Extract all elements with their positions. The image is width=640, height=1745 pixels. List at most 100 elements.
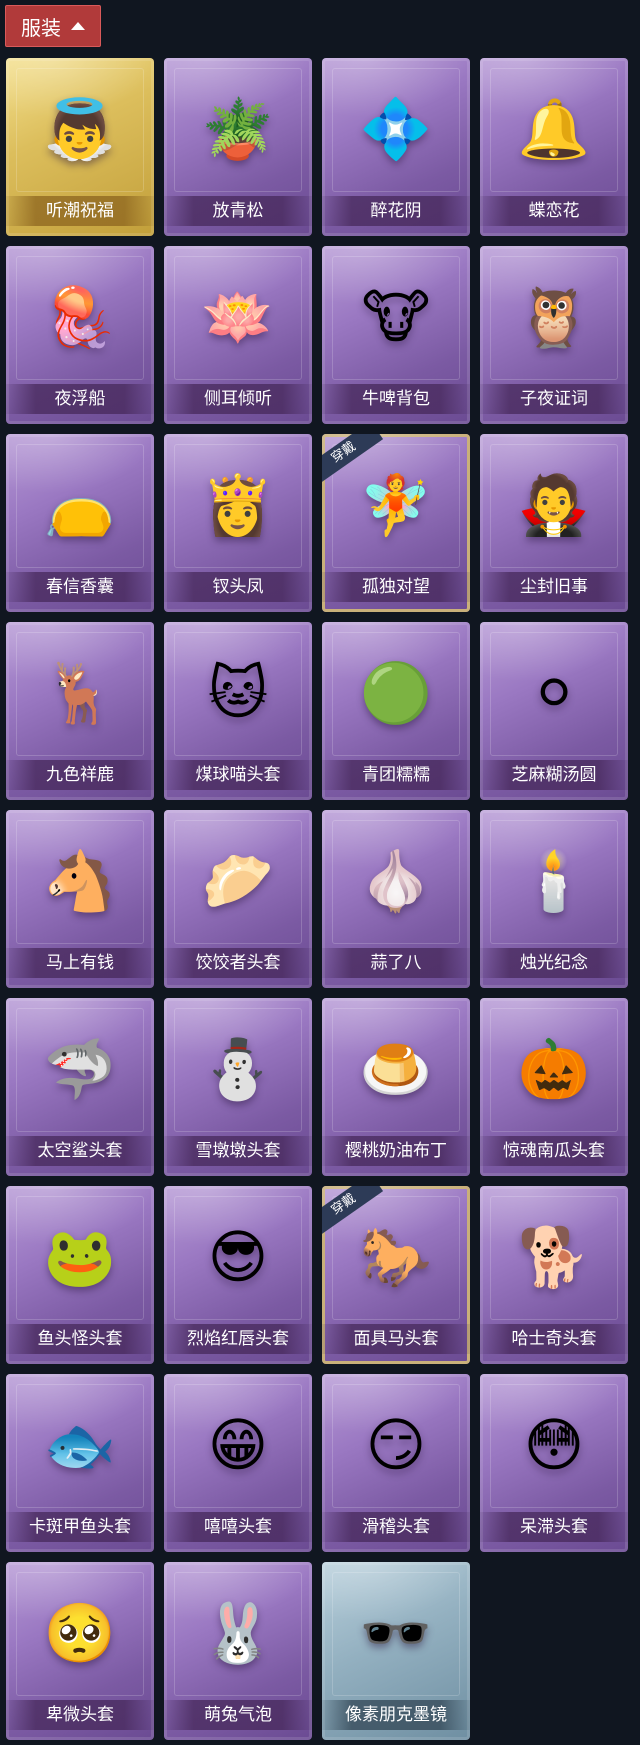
costume-image-icon: ⛄ — [201, 1035, 275, 1103]
costume-image-icon: 🐎 — [359, 1223, 433, 1291]
costume-label: 春信香囊 — [6, 572, 154, 602]
costume-card[interactable]: 🕯️ 烛光纪念 — [480, 810, 628, 988]
section-title: 服装 — [21, 15, 61, 40]
costume-label: 烈焰红唇头套 — [164, 1324, 312, 1354]
costume-card[interactable]: ⚪ 芝麻糊汤圆 — [480, 622, 628, 800]
costume-card[interactable]: 😳 呆滞头套 — [480, 1374, 628, 1552]
costume-card[interactable]: 🐎 穿戴 面具马头套 — [322, 1186, 470, 1364]
costume-label: 醉花阴 — [322, 196, 470, 226]
costume-image-icon: 😎 — [207, 1223, 269, 1291]
costume-card[interactable]: 🪴 放青松 — [164, 58, 312, 236]
costume-label: 太空鲨头套 — [6, 1136, 154, 1166]
costume-card[interactable]: 🐮 牛啤背包 — [322, 246, 470, 424]
costume-image-icon: 🦉 — [517, 283, 591, 351]
costume-label: 牛啤背包 — [322, 384, 470, 414]
costume-image-icon: 🐮 — [361, 283, 431, 351]
costume-card[interactable]: 🕶️ 像素朋克墨镜 — [322, 1562, 470, 1740]
costume-card[interactable]: 🧄 蒜了八 — [322, 810, 470, 988]
costume-image-icon: 😁 — [207, 1411, 269, 1479]
chevron-up-icon — [71, 22, 85, 30]
costume-label: 马上有钱 — [6, 948, 154, 978]
costume-card[interactable]: 🍮 樱桃奶油布丁 — [322, 998, 470, 1176]
costume-card[interactable]: 🟢 青团糯糯 — [322, 622, 470, 800]
costume-card[interactable]: 😁 嘻嘻头套 — [164, 1374, 312, 1552]
costume-label: 呆滞头套 — [480, 1512, 628, 1542]
costume-image-icon: 🪷 — [201, 283, 275, 351]
costume-card[interactable]: 🐰 萌兔气泡 — [164, 1562, 312, 1740]
costume-label: 侧耳倾听 — [164, 384, 312, 414]
costume-label: 芝麻糊汤圆 — [480, 760, 628, 790]
costume-label: 放青松 — [164, 196, 312, 226]
costume-image-icon: 👝 — [43, 471, 117, 539]
costume-card[interactable]: 🎃 惊魂南瓜头套 — [480, 998, 628, 1176]
costume-label: 夜浮船 — [6, 384, 154, 414]
costume-card[interactable]: 👼 听潮祝福 — [6, 58, 154, 236]
costume-card[interactable]: 🦉 子夜证词 — [480, 246, 628, 424]
costume-label: 樱桃奶油布丁 — [322, 1136, 470, 1166]
costume-label: 蒜了八 — [322, 948, 470, 978]
costume-image-icon: 🧚 — [359, 471, 433, 539]
costume-card[interactable]: 🥺 卑微头套 — [6, 1562, 154, 1740]
costume-image-icon: 🐴 — [43, 847, 117, 915]
costume-card[interactable]: 🦈 太空鲨头套 — [6, 998, 154, 1176]
costume-card[interactable]: 👝 春信香囊 — [6, 434, 154, 612]
costume-image-icon: 🥟 — [201, 847, 275, 915]
costume-label: 饺饺者头套 — [164, 948, 312, 978]
costume-card[interactable]: 🦌 九色祥鹿 — [6, 622, 154, 800]
costume-label: 卑微头套 — [6, 1700, 154, 1730]
costume-card[interactable]: 💠 醉花阴 — [322, 58, 470, 236]
costume-label: 哈士奇头套 — [480, 1324, 628, 1354]
costume-card[interactable]: 🪷 侧耳倾听 — [164, 246, 312, 424]
costume-label: 惊魂南瓜头套 — [480, 1136, 628, 1166]
costume-image-icon: 🦌 — [43, 659, 117, 727]
costume-label: 煤球喵头套 — [164, 760, 312, 790]
costume-label: 九色祥鹿 — [6, 760, 154, 790]
costume-card[interactable]: 😎 烈焰红唇头套 — [164, 1186, 312, 1364]
costume-image-icon: 🐟 — [43, 1411, 117, 1479]
costume-label: 萌兔气泡 — [164, 1700, 312, 1730]
costume-label: 鱼头怪头套 — [6, 1324, 154, 1354]
costume-image-icon: 🟢 — [359, 659, 433, 727]
costume-image-icon: 😏 — [365, 1411, 427, 1479]
costume-card[interactable]: ⛄ 雪墩墩头套 — [164, 998, 312, 1176]
costume-image-icon: 🔔 — [517, 95, 591, 163]
costume-image-icon: 🕯️ — [517, 847, 591, 915]
costume-card[interactable]: 😏 滑稽头套 — [322, 1374, 470, 1552]
costume-grid: 👼 听潮祝福 🪴 放青松 💠 醉花阴 🔔 蝶恋花 🪼 夜浮船 🪷 侧耳倾听 🐮 牛啤背包 🦉 子夜证词 👝 春信香… — [6, 58, 628, 1740]
costume-label: 蝶恋花 — [480, 196, 628, 226]
costume-image-icon: 💠 — [359, 95, 433, 163]
costume-label: 烛光纪念 — [480, 948, 628, 978]
costume-image-icon: 🍮 — [359, 1035, 433, 1103]
costume-card[interactable]: 👸 钗头凤 — [164, 434, 312, 612]
costume-image-icon: 🦈 — [43, 1035, 117, 1103]
costume-image-icon: 👼 — [43, 95, 117, 163]
costume-label: 嘻嘻头套 — [164, 1512, 312, 1542]
costume-image-icon: 🐱 — [207, 659, 269, 727]
costume-image-icon: 🥺 — [43, 1599, 117, 1667]
costume-section-toggle[interactable]: 服装 — [5, 5, 101, 47]
costume-card[interactable]: 🪼 夜浮船 — [6, 246, 154, 424]
costume-card[interactable]: 🐕 哈士奇头套 — [480, 1186, 628, 1364]
costume-card[interactable]: 🐸 鱼头怪头套 — [6, 1186, 154, 1364]
costume-image-icon: 🧛 — [517, 471, 591, 539]
costume-image-icon: 🕶️ — [359, 1599, 433, 1667]
costume-label: 听潮祝福 — [6, 196, 154, 226]
costume-label: 孤独对望 — [322, 572, 470, 602]
costume-card[interactable]: 🐟 卡斑甲鱼头套 — [6, 1374, 154, 1552]
costume-label: 雪墩墩头套 — [164, 1136, 312, 1166]
costume-card[interactable]: 🧛 尘封旧事 — [480, 434, 628, 612]
costume-card[interactable]: 🐱 煤球喵头套 — [164, 622, 312, 800]
costume-card[interactable]: 🐴 马上有钱 — [6, 810, 154, 988]
costume-image-icon: 🐕 — [517, 1223, 591, 1291]
costume-label: 卡斑甲鱼头套 — [6, 1512, 154, 1542]
costume-image-icon: 😳 — [523, 1411, 585, 1479]
costume-label: 钗头凤 — [164, 572, 312, 602]
costume-image-icon: ⚪ — [529, 659, 579, 727]
costume-image-icon: 🎃 — [517, 1035, 591, 1103]
costume-image-icon: 🪴 — [201, 95, 275, 163]
costume-card[interactable]: 🧚 穿戴 孤独对望 — [322, 434, 470, 612]
costume-label: 尘封旧事 — [480, 572, 628, 602]
costume-card[interactable]: 🔔 蝶恋花 — [480, 58, 628, 236]
costume-card[interactable]: 🥟 饺饺者头套 — [164, 810, 312, 988]
costume-label: 面具马头套 — [322, 1324, 470, 1354]
